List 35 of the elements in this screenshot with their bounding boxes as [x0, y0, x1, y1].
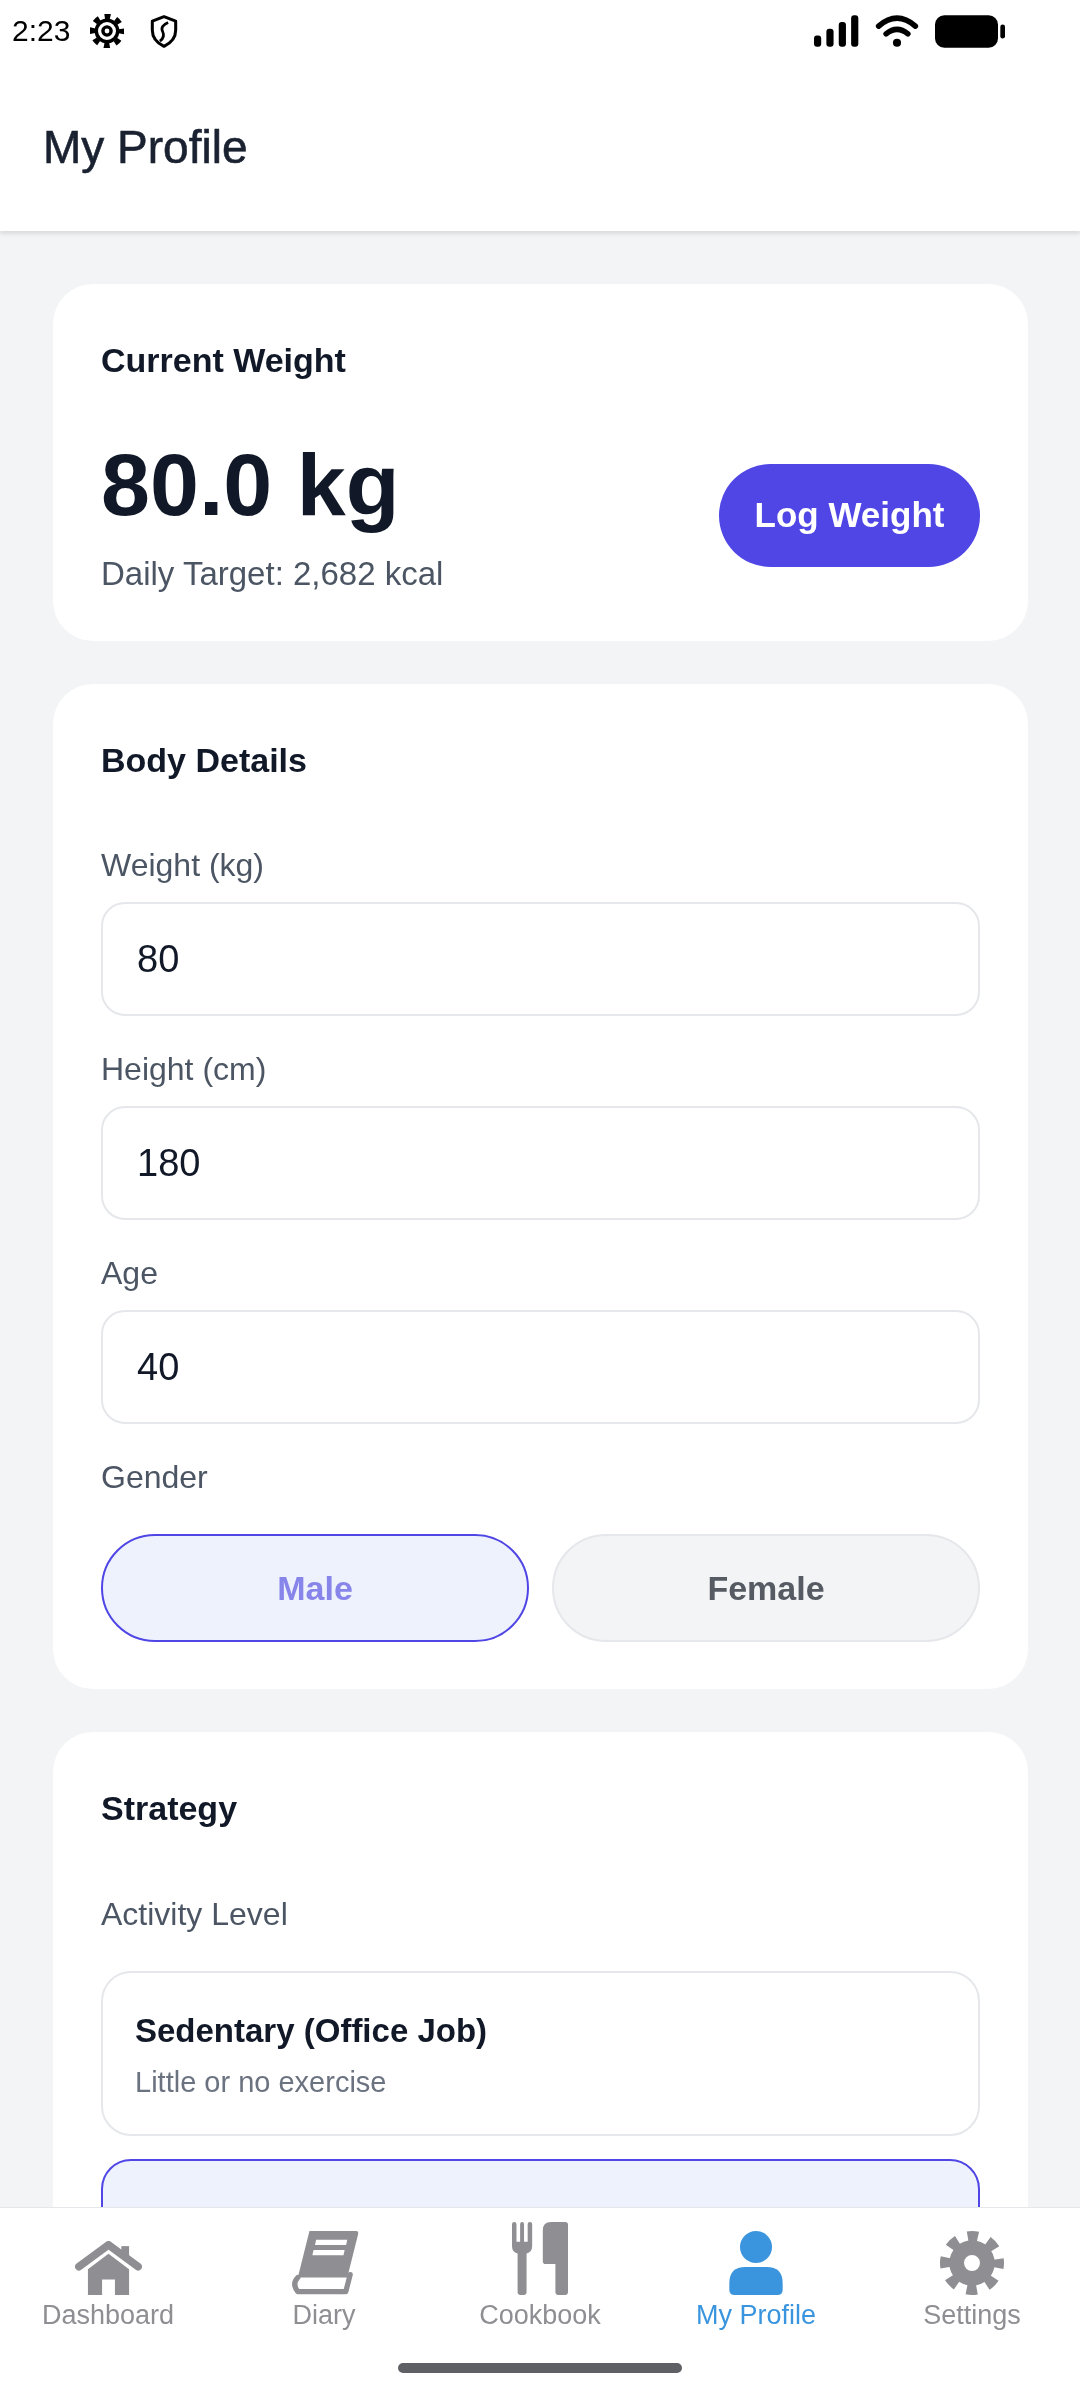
- page-title: My Profile: [43, 119, 248, 174]
- weight-value: 80.0 kg: [101, 436, 400, 533]
- card-title: Body Details: [101, 740, 308, 781]
- person-icon: [729, 2231, 783, 2295]
- wifi-icon: [875, 15, 919, 47]
- field-label: Age: [101, 1254, 158, 1292]
- nav-tab[interactable]: Settings: [864, 2208, 1080, 2345]
- input-field[interactable]: 180: [101, 1106, 980, 1220]
- field-label: Weight (kg): [101, 846, 264, 884]
- activity-option[interactable]: Sedentary (Office Job) Little or no exercise: [101, 1971, 980, 2136]
- input-field[interactable]: 80: [101, 902, 980, 1016]
- fork-and-knife-icon: [512, 2222, 568, 2295]
- card-title: Strategy: [101, 1788, 239, 1829]
- battery-icon: [935, 14, 1005, 48]
- nav-tab[interactable]: Diary: [216, 2208, 432, 2345]
- daily-target-text: Daily Target: 2,682 kcal: [101, 554, 444, 594]
- gender-option-button[interactable]: Female: [552, 1534, 980, 1642]
- field-label: Height (cm): [101, 1050, 267, 1088]
- settings-icon: [940, 2231, 1004, 2295]
- nav-tab[interactable]: My Profile: [648, 2208, 864, 2345]
- book-icon: [289, 2231, 359, 2295]
- gear-icon: [90, 14, 125, 48]
- option-description: Little or no exercise: [135, 2065, 387, 2100]
- nav-tab[interactable]: Cookbook: [432, 2208, 648, 2345]
- field-label: Gender: [101, 1458, 208, 1496]
- card-title: Current Weight: [101, 340, 347, 381]
- home-icon: [74, 2241, 142, 2295]
- input-field[interactable]: 40: [101, 1310, 980, 1424]
- signal-icon: [814, 15, 859, 47]
- nav-tab[interactable]: Dashboard: [0, 2208, 216, 2345]
- shield-icon: [150, 14, 179, 48]
- field-label: Activity Level: [101, 1896, 288, 1932]
- status-time: 2:23: [12, 13, 71, 49]
- log-weight-button[interactable]: Log Weight: [719, 463, 980, 567]
- option-title: Sedentary (Office Job): [135, 2011, 488, 2051]
